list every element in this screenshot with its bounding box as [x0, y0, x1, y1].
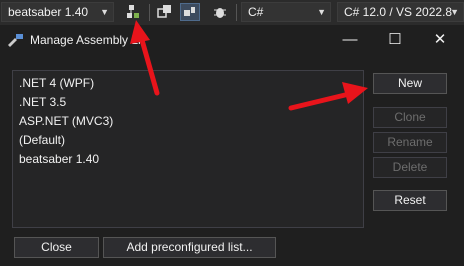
- pin-icon: [184, 7, 195, 16]
- list-item[interactable]: (Default): [13, 131, 363, 150]
- toolbar: beatsaber 1.40 ▼ C# ▼ C# 12.0 / VS 2022.…: [0, 0, 464, 25]
- list-item[interactable]: ASP.NET (MVC3): [13, 112, 363, 131]
- language-value: C#: [248, 5, 264, 19]
- language-version-combo[interactable]: C# 12.0 / VS 2022.8 ▼: [337, 2, 464, 22]
- toolbar-separator: [236, 4, 237, 21]
- rename-button[interactable]: Rename: [373, 132, 447, 153]
- clone-button[interactable]: Clone: [373, 107, 447, 128]
- chevron-down-icon: ▼: [450, 7, 459, 17]
- delete-button[interactable]: Delete: [373, 157, 447, 178]
- pin-button[interactable]: [180, 3, 200, 21]
- dialog-title: Manage Assembly Li: [30, 33, 141, 47]
- debug-icon: [214, 8, 226, 18]
- references-button[interactable]: [155, 3, 175, 21]
- close-icon: ✕: [433, 31, 447, 48]
- reset-button[interactable]: Reset: [373, 190, 447, 211]
- chevron-down-icon: ▼: [317, 7, 326, 17]
- close-button[interactable]: Close: [14, 237, 99, 258]
- language-combo[interactable]: C# ▼: [241, 2, 331, 22]
- assembly-list-combo[interactable]: beatsaber 1.40 ▼: [1, 2, 114, 22]
- list-item[interactable]: beatsaber 1.40: [13, 150, 363, 169]
- language-version-value: C# 12.0 / VS 2022.8: [344, 5, 453, 19]
- add-preconfigured-list-button[interactable]: Add preconfigured list...: [103, 237, 276, 258]
- manage-assembly-lists-icon: [127, 5, 139, 18]
- toolbar-separator: [149, 4, 150, 21]
- list-item[interactable]: .NET 4 (WPF): [13, 74, 363, 93]
- dialog-app-icon: [8, 34, 23, 47]
- dialog-titlebar: Manage Assembly Li — ☐ ✕: [0, 25, 464, 55]
- maximize-button[interactable]: ☐: [380, 28, 410, 52]
- references-icon: [157, 5, 171, 18]
- assembly-list-box[interactable]: .NET 4 (WPF) .NET 3.5 ASP.NET (MVC3) (De…: [12, 70, 364, 228]
- assembly-list-value: beatsaber 1.40: [8, 5, 89, 19]
- debug-button[interactable]: [210, 3, 230, 21]
- list-item[interactable]: .NET 3.5: [13, 93, 363, 112]
- minimize-button[interactable]: —: [335, 28, 365, 52]
- chevron-down-icon: ▼: [100, 7, 109, 17]
- close-window-button[interactable]: ✕: [425, 28, 455, 52]
- manage-assembly-lists-button[interactable]: [124, 3, 144, 21]
- minimize-icon: —: [342, 31, 358, 48]
- maximize-icon: ☐: [388, 31, 402, 48]
- new-button[interactable]: New: [373, 73, 447, 94]
